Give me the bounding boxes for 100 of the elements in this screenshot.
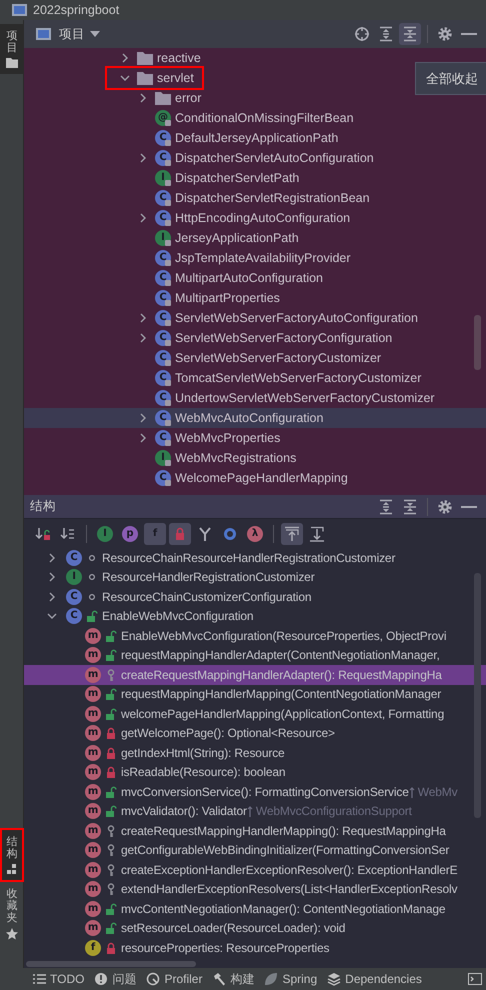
member-label: mvcValidator(): Validator	[121, 803, 247, 820]
panel-title: 结构	[30, 498, 56, 516]
tree-row[interactable]: m requestMappingHandlerAdapter(ContentNegotiationManager,	[24, 646, 486, 665]
member-label: resourceProperties: ResourceProperties	[121, 940, 330, 957]
class-icon: C	[66, 588, 82, 605]
tree-row[interactable]: @ ConditionalOnMissingFilterBean	[24, 108, 486, 128]
inherited-from-label: WebMv	[418, 784, 458, 801]
tree-row[interactable]: C TomcatServletWebServerFactoryCustomizer	[24, 368, 486, 388]
tree-row[interactable]: C ServletWebServerFactoryAutoConfiguration	[24, 308, 486, 328]
tree-item-label: WebMvcAutoConfiguration	[175, 410, 324, 427]
tree-row[interactable]: m getWelcomePage(): Optional<Resource>	[24, 724, 486, 743]
tree-row[interactable]: C JspTemplateAvailabilityProvider	[24, 248, 486, 268]
side-tab[interactable]: 结构	[0, 828, 24, 882]
method-icon: m	[85, 647, 101, 664]
class-icon: C	[155, 190, 171, 206]
tree-row[interactable]: m createExceptionHandlerExceptionResolver(): ExceptionHandlerE	[24, 860, 486, 880]
method-icon: m	[85, 842, 101, 858]
tree-item-label: JspTemplateAvailabilityProvider	[175, 250, 351, 267]
tree-row[interactable]: m mvcContentNegotiationManager(): ContentNegotiationManage	[24, 899, 486, 918]
method-icon: m	[85, 803, 101, 820]
method-icon: m	[85, 725, 101, 742]
tree-row[interactable]: C DispatcherServletRegistrationBean	[24, 188, 486, 208]
tree-row[interactable]: C MultipartProperties	[24, 288, 486, 308]
method-icon: m	[85, 900, 101, 917]
tree-row[interactable]: C UndertowServletWebServerFactoryCustomizer	[24, 388, 486, 408]
interface-icon: I	[155, 450, 171, 466]
method-icon: m	[85, 628, 101, 644]
tree-row[interactable]: C WebMvcProperties	[24, 428, 486, 448]
member-label: welcomePageHandlerMapping(ApplicationContext, Formatting	[121, 706, 444, 723]
side-tab[interactable]: 项目	[0, 24, 24, 74]
tree-item-label: ServletWebServerFactoryCustomizer	[175, 350, 382, 367]
panel-title: 项目	[59, 26, 85, 43]
tool-window-button[interactable]: 问题	[90, 970, 140, 988]
tool-window-button[interactable]: 构建	[208, 970, 258, 988]
tree-row[interactable]: m isReadable(Resource): boolean	[24, 762, 486, 782]
tree-row[interactable]: C ServletWebServerFactoryConfiguration	[24, 328, 486, 348]
tree-row[interactable]: C HttpEncodingAutoConfiguration	[24, 208, 486, 228]
tree-item-label: DefaultJerseyApplicationPath	[175, 130, 338, 147]
class-icon: C	[155, 130, 171, 146]
tree-row[interactable]: I DispatcherServletPath	[24, 168, 486, 188]
member-label: getWelcomePage(): Optional<Resource>	[121, 725, 335, 742]
member-label: setResourceLoader(ResourceLoader): void	[121, 920, 346, 938]
window-title: 2022springboot	[33, 2, 120, 19]
tree-item-label: WelcomePageHandlerMapping	[175, 470, 348, 487]
tool-window-button[interactable]: Spring	[260, 970, 322, 988]
tree-row[interactable]: C DispatcherServletAutoConfiguration	[24, 148, 486, 168]
class-icon: C	[155, 370, 171, 386]
class-icon: C	[155, 250, 171, 266]
member-label: createExceptionHandlerExceptionResolver(): ExceptionHandlerE	[121, 862, 458, 879]
tree-row[interactable]: m setResourceLoader(ResourceLoader): void	[24, 918, 486, 938]
tree-row[interactable]: C WebMvcAutoConfiguration	[24, 408, 486, 428]
tree-row[interactable]: I JerseyApplicationPath	[24, 228, 486, 248]
tree-item-label: servlet	[157, 70, 194, 87]
tree-row[interactable]: C DefaultJerseyApplicationPath	[24, 128, 486, 148]
tooltip: 全部收起	[415, 62, 486, 95]
tree-row[interactable]: m getIndexHtml(String): Resource	[24, 743, 486, 762]
tree-row[interactable]: m mvcConversionService(): FormattingConversionService WebMv	[24, 782, 486, 802]
tree-item-label: TomcatServletWebServerFactoryCustomizer	[175, 370, 422, 387]
tool-window-button[interactable]: Dependencies	[323, 970, 426, 988]
class-icon: C	[155, 270, 171, 286]
tree-row[interactable]: C WelcomePageHandlerMapping	[24, 468, 486, 488]
inherited-from-label: WebMvcConfigurationSupport	[256, 803, 412, 820]
tree-row[interactable]: I WebMvcRegistrations	[24, 448, 486, 468]
method-icon: m	[85, 822, 101, 839]
member-label: ResourceChainResourceHandlerRegistrationCustomizer	[102, 550, 396, 567]
tool-window-button[interactable]: Profiler	[142, 970, 206, 988]
interface-icon: I	[155, 230, 171, 246]
class-icon: C	[155, 310, 171, 326]
side-tab[interactable]: 收藏夹	[0, 882, 24, 946]
annotation-icon: @	[155, 110, 171, 126]
class-icon: C	[155, 470, 171, 486]
tree-item-label: MultipartProperties	[175, 290, 280, 307]
tree-row[interactable]: m EnableWebMvcConfiguration(ResourceProperties, ObjectProvi	[24, 626, 486, 646]
method-icon: m	[85, 744, 101, 761]
class-icon: C	[66, 550, 82, 566]
tree-row[interactable]: f resourceProperties: ResourceProperties	[24, 938, 486, 958]
tree-row[interactable]: C ResourceChainResourceHandlerRegistrationCustomizer	[24, 548, 486, 568]
tree-row[interactable]: C ResourceChainCustomizerConfiguration	[24, 587, 486, 606]
tree-row[interactable]: I ResourceHandlerRegistrationCustomizer	[24, 568, 486, 587]
tree-row[interactable]: m createRequestMappingHandlerMapping(): RequestMappingHa	[24, 821, 486, 840]
class-icon: C	[155, 390, 171, 406]
tree-item-label: DispatcherServletRegistrationBean	[175, 190, 370, 207]
tree-row[interactable]: m createRequestMappingHandlerAdapter(): RequestMappingHa	[24, 665, 486, 684]
tree-row[interactable]: C MultipartAutoConfiguration	[24, 268, 486, 288]
member-label: EnableWebMvcConfiguration	[102, 608, 254, 626]
member-label: isReadable(Resource): boolean	[121, 764, 286, 782]
tree-row[interactable]: m getConfigurableWebBindingInitializer(FormattingConversionSer	[24, 840, 486, 860]
tool-window-button[interactable]: TODO	[28, 970, 88, 988]
member-label: extendHandlerExceptionResolvers(List<HandlerExceptionResolv	[121, 881, 458, 898]
tree-row[interactable]: m welcomePageHandlerMapping(ApplicationContext, Formatting	[24, 704, 486, 724]
tree-row[interactable]: C EnableWebMvcConfiguration	[24, 606, 486, 626]
tree-item-label: DispatcherServletPath	[175, 170, 300, 187]
class-icon: C	[155, 330, 171, 346]
class-icon: C	[155, 410, 171, 426]
tree-row[interactable]: m requestMappingHandlerMapping(ContentNegotiationManager	[24, 684, 486, 704]
tree-row[interactable]: m mvcValidator(): Validator WebMvcConfigurationSupport	[24, 802, 486, 821]
tree-row[interactable]: C ServletWebServerFactoryCustomizer	[24, 348, 486, 368]
member-label: mvcContentNegotiationManager(): ContentNegotiationManage	[121, 900, 446, 918]
class-icon: C	[155, 150, 171, 166]
tree-row[interactable]: m extendHandlerExceptionResolvers(List<HandlerExceptionResolv	[24, 880, 486, 899]
